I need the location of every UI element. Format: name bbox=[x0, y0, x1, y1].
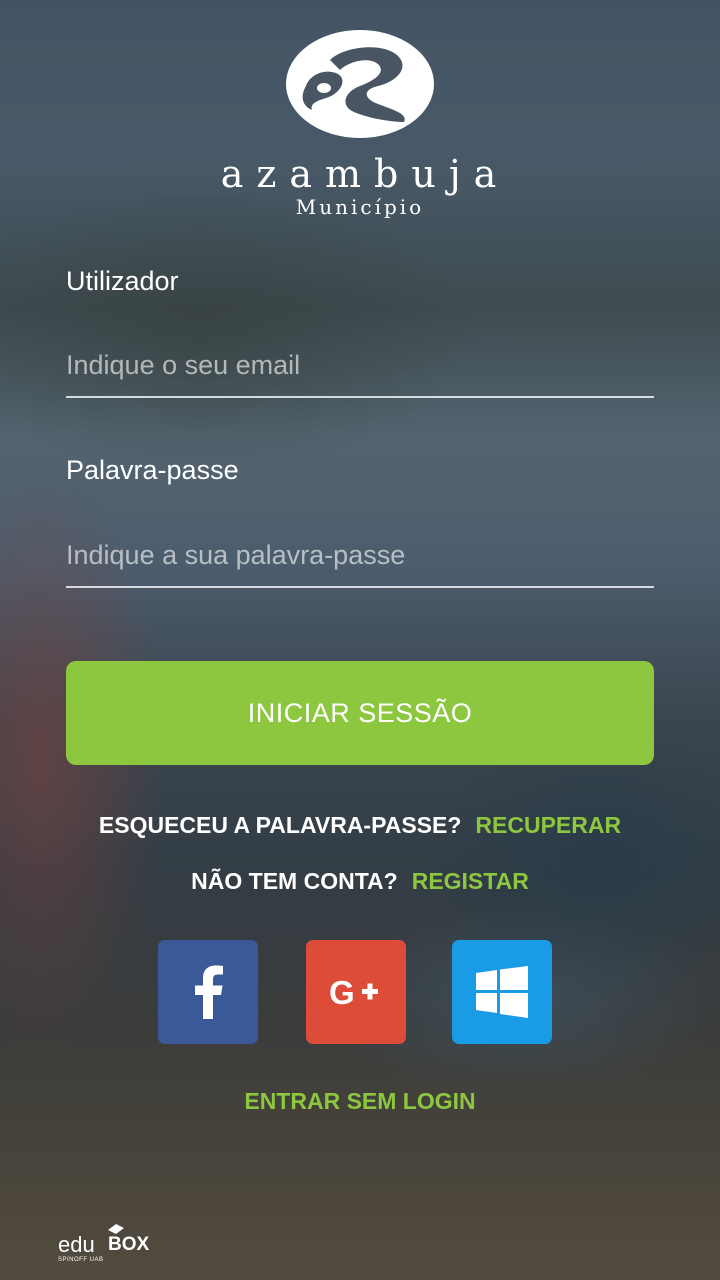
google-plus-icon: G bbox=[329, 975, 378, 1009]
logo-subtitle: Município bbox=[295, 195, 425, 219]
register-link[interactable]: REGISTAR bbox=[412, 868, 529, 894]
no-account-question: NÃO TEM CONTA? bbox=[191, 868, 398, 894]
windows-login-button[interactable] bbox=[452, 940, 552, 1044]
google-plus-login-button[interactable]: G bbox=[306, 940, 406, 1044]
guest-login-link[interactable]: ENTRAR SEM LOGIN bbox=[0, 1088, 720, 1115]
municipality-logo: azambuja Município bbox=[0, 0, 720, 230]
brand-edu: edu bbox=[58, 1232, 95, 1257]
facebook-login-button[interactable] bbox=[158, 940, 258, 1044]
windows-icon bbox=[476, 966, 528, 1018]
brand-box: BOX bbox=[108, 1234, 150, 1255]
username-label: Utilizador bbox=[66, 266, 179, 296]
forgot-password-row: ESQUECEU A PALAVRA-PASSE? RECUPERAR bbox=[0, 812, 720, 839]
svg-text:G: G bbox=[329, 975, 355, 1009]
email-field[interactable] bbox=[66, 334, 654, 398]
logo-mark-icon bbox=[286, 30, 434, 138]
register-row: NÃO TEM CONTA? REGISTAR bbox=[0, 868, 720, 895]
password-field[interactable] bbox=[66, 524, 654, 588]
facebook-icon bbox=[195, 965, 223, 1019]
recover-password-link[interactable]: RECUPERAR bbox=[475, 812, 621, 838]
password-label: Palavra-passe bbox=[66, 455, 239, 485]
login-button[interactable]: INICIAR SESSÃO bbox=[66, 661, 654, 765]
login-screen: azambuja Município Utilizador Palavra-pa… bbox=[0, 0, 720, 1280]
edubox-logo: edu BOX SPINOFF UAB bbox=[58, 1222, 158, 1266]
forgot-password-question: ESQUECEU A PALAVRA-PASSE? bbox=[98, 812, 462, 838]
brand-subtitle: SPINOFF UAB bbox=[58, 1257, 104, 1263]
logo-name: azambuja bbox=[220, 152, 510, 196]
